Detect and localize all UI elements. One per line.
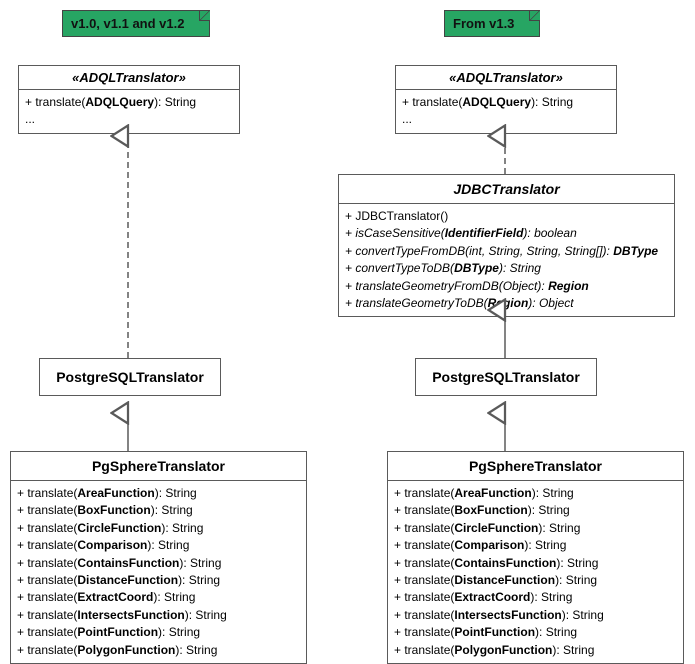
method: + translate(CircleFunction): String: [17, 520, 300, 537]
method: + translate(PointFunction): String: [394, 624, 677, 641]
note-version-right: From v1.3: [444, 10, 540, 37]
class-stereotype: «ADQLTranslator»: [396, 66, 616, 90]
method: + translate(DistanceFunction): String: [394, 572, 677, 589]
method: + convertTypeToDB(DBType): String: [345, 260, 668, 277]
class-pgsphere-translator-left: PgSphereTranslator + translate(AreaFunct…: [10, 451, 307, 664]
method: + translate(IntersectsFunction): String: [17, 607, 300, 624]
method: + translate(CircleFunction): String: [394, 520, 677, 537]
method: + translate(ExtractCoord): String: [394, 589, 677, 606]
method: ...: [402, 111, 610, 128]
methods-compartment: + translate(ADQLQuery): String...: [19, 90, 239, 133]
method: + translate(PolygonFunction): String: [17, 642, 300, 659]
note-version-left: v1.0, v1.1 and v1.2: [62, 10, 210, 37]
class-name: PostgreSQLTranslator: [40, 359, 220, 395]
class-name: PostgreSQLTranslator: [416, 359, 596, 395]
methods-compartment: + translate(AreaFunction): String+ trans…: [388, 481, 683, 663]
class-adql-translator-right: «ADQLTranslator» + translate(ADQLQuery):…: [395, 65, 617, 134]
method: + translate(BoxFunction): String: [17, 502, 300, 519]
class-name: PgSphereTranslator: [388, 452, 683, 481]
method: + convertTypeFromDB(int, String, String,…: [345, 243, 668, 260]
class-name: JDBCTranslator: [339, 175, 674, 204]
class-postgres-translator-right: PostgreSQLTranslator: [415, 358, 597, 396]
note-text: From v1.3: [453, 16, 514, 31]
class-jdbc-translator: JDBCTranslator + JDBCTranslator()+ isCas…: [338, 174, 675, 317]
class-pgsphere-translator-right: PgSphereTranslator + translate(AreaFunct…: [387, 451, 684, 664]
method: + translate(Comparison): String: [17, 537, 300, 554]
method: + translate(ADQLQuery): String: [25, 94, 233, 111]
methods-compartment: + translate(ADQLQuery): String...: [396, 90, 616, 133]
class-stereotype: «ADQLTranslator»: [19, 66, 239, 90]
method: + translate(ADQLQuery): String: [402, 94, 610, 111]
method: + isCaseSensitive(IdentifierField): bool…: [345, 225, 668, 242]
method: + JDBCTranslator(): [345, 208, 668, 225]
class-name: PgSphereTranslator: [11, 452, 306, 481]
method: + translate(ContainsFunction): String: [394, 555, 677, 572]
method: + translateGeometryToDB(Region): Object: [345, 295, 668, 312]
method: + translateGeometryFromDB(Object): Regio…: [345, 278, 668, 295]
method: + translate(Comparison): String: [394, 537, 677, 554]
method: ...: [25, 111, 233, 128]
method: + translate(IntersectsFunction): String: [394, 607, 677, 624]
method: + translate(ExtractCoord): String: [17, 589, 300, 606]
method: + translate(PolygonFunction): String: [394, 642, 677, 659]
class-adql-translator-left: «ADQLTranslator» + translate(ADQLQuery):…: [18, 65, 240, 134]
note-text: v1.0, v1.1 and v1.2: [71, 16, 184, 31]
method: + translate(DistanceFunction): String: [17, 572, 300, 589]
method: + translate(PointFunction): String: [17, 624, 300, 641]
method: + translate(AreaFunction): String: [394, 485, 677, 502]
class-postgres-translator-left: PostgreSQLTranslator: [39, 358, 221, 396]
methods-compartment: + translate(AreaFunction): String+ trans…: [11, 481, 306, 663]
methods-compartment: + JDBCTranslator()+ isCaseSensitive(Iden…: [339, 204, 674, 316]
method: + translate(ContainsFunction): String: [17, 555, 300, 572]
method: + translate(AreaFunction): String: [17, 485, 300, 502]
method: + translate(BoxFunction): String: [394, 502, 677, 519]
